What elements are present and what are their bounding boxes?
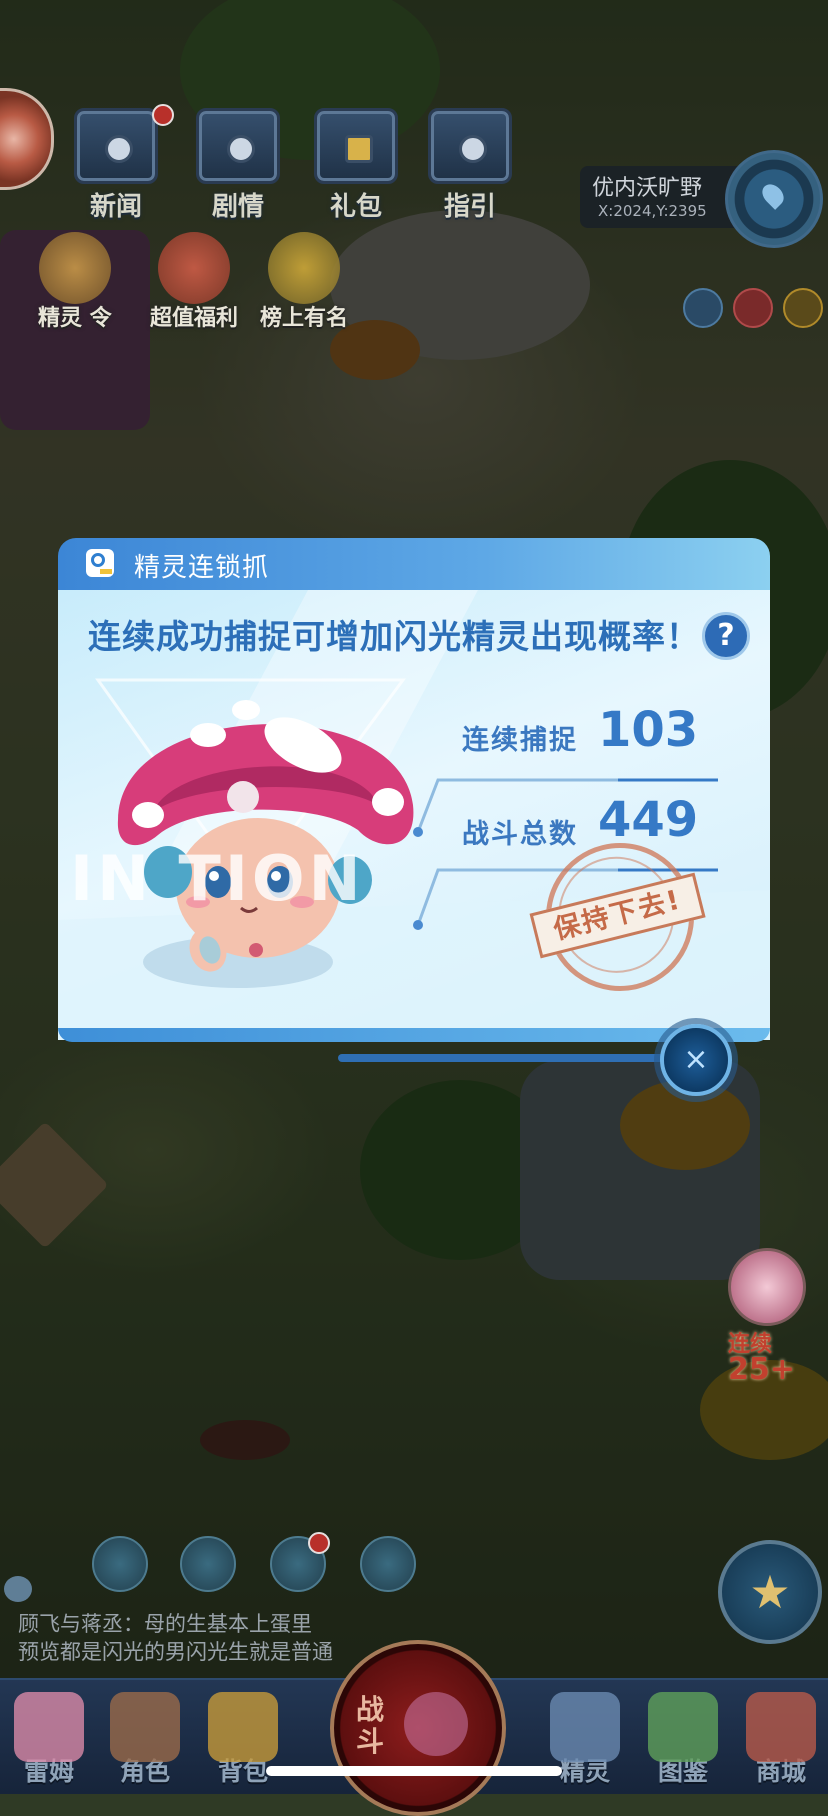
dialog-bottom-bar	[58, 1028, 770, 1042]
spirit-pass-label: 精灵 令	[38, 306, 112, 331]
star-skill-button[interactable]: ★	[718, 1540, 822, 1644]
codex-icon	[648, 1692, 718, 1762]
spirit-silhouette-icon	[404, 1692, 468, 1756]
spirit-icon	[550, 1692, 620, 1762]
streak-count: 25+	[728, 1352, 795, 1387]
character-icon	[110, 1692, 180, 1762]
battle-button[interactable]: 战斗	[330, 1640, 506, 1816]
consecutive-capture-label: 连续捕捉	[462, 725, 578, 756]
shop-icon	[746, 1692, 816, 1762]
spirit-pass-button[interactable]: 精灵 令	[38, 232, 112, 332]
notification-dot	[308, 1532, 330, 1554]
battle-label: 战斗	[356, 1693, 385, 1758]
guide-label: 指引	[443, 192, 496, 222]
backpack-icon	[208, 1692, 278, 1762]
quick-bell-icon[interactable]	[360, 1536, 416, 1592]
quick-map-icon[interactable]	[92, 1536, 148, 1592]
home-indicator[interactable]	[266, 1766, 562, 1776]
location-name: 优内沃旷野	[592, 176, 703, 201]
close-button[interactable]: ×	[660, 1024, 732, 1096]
gift-chest-icon	[314, 108, 398, 184]
news-label: 新闻	[89, 192, 142, 222]
dialog-header: 精灵连锁抓	[58, 538, 770, 590]
spirit-avatar-icon	[728, 1248, 806, 1326]
notification-dot	[152, 104, 174, 126]
sound-icon[interactable]	[683, 288, 723, 328]
dialog-title: 精灵连锁抓	[134, 553, 270, 583]
guide-chest-icon	[428, 108, 512, 184]
leaderboard-button[interactable]: 榜上有名	[260, 232, 348, 332]
total-battles-label: 战斗总数	[462, 819, 578, 850]
streak-badge[interactable]: 连续 25+	[728, 1248, 810, 1387]
gift-pack-label: 礼包	[329, 192, 382, 222]
dock-item-shop[interactable]: 商城	[736, 1692, 826, 1788]
dock-item-codex[interactable]: 图鉴	[638, 1692, 728, 1788]
leim-icon	[14, 1692, 84, 1762]
dock-item-leim[interactable]: 雷姆	[4, 1692, 94, 1788]
trophy-icon	[268, 232, 340, 304]
welfare-gift-icon	[158, 232, 230, 304]
location-coords: X:2024,Y:2395	[598, 202, 707, 220]
chat-line: 顾飞与蒋丞：母的生基本上蛋里	[18, 1612, 312, 1636]
dialog-body: IN TION 连续成功捕捉可增加闪光精灵出现概率！ 连续捕捉 103 战斗总数…	[58, 590, 770, 1040]
map-pin-icon	[758, 180, 788, 210]
watermark-text: IN TION	[70, 842, 365, 915]
story-chest-icon	[196, 108, 280, 184]
spirit-pass-icon	[38, 232, 111, 304]
chain-capture-dialog: 精灵连锁抓 IN TION 连续成功捕捉可增加闪光精灵出现概率！ 连续捕捉 10…	[58, 538, 770, 1062]
leaderboard-label: 榜上有名	[260, 306, 349, 331]
story-button[interactable]: 剧情	[196, 108, 280, 223]
star-icon: ★	[749, 1565, 791, 1619]
capture-icon	[86, 549, 114, 577]
total-battles-value: 449	[598, 792, 699, 848]
welfare-button[interactable]: 超值福利	[150, 232, 238, 332]
consecutive-capture-value: 103	[598, 702, 699, 758]
news-button[interactable]: 新闻	[74, 104, 174, 223]
welfare-label: 超值福利	[150, 306, 239, 331]
menu-icon[interactable]	[783, 288, 823, 328]
quick-team-icon[interactable]	[180, 1536, 236, 1592]
dialog-headline: 连续成功捕捉可增加闪光精灵出现概率！	[88, 617, 700, 656]
chat-bubble-icon[interactable]	[4, 1576, 32, 1602]
news-chest-icon	[74, 108, 158, 184]
guide-button[interactable]: 指引	[428, 108, 512, 223]
help-button[interactable]: ?	[702, 612, 750, 660]
dock-item-role[interactable]: 角色	[100, 1692, 190, 1788]
map-button[interactable]	[725, 150, 823, 248]
gift-pack-button[interactable]: 礼包	[314, 108, 398, 223]
story-label: 剧情	[211, 192, 264, 222]
mute-icon[interactable]	[733, 288, 773, 328]
